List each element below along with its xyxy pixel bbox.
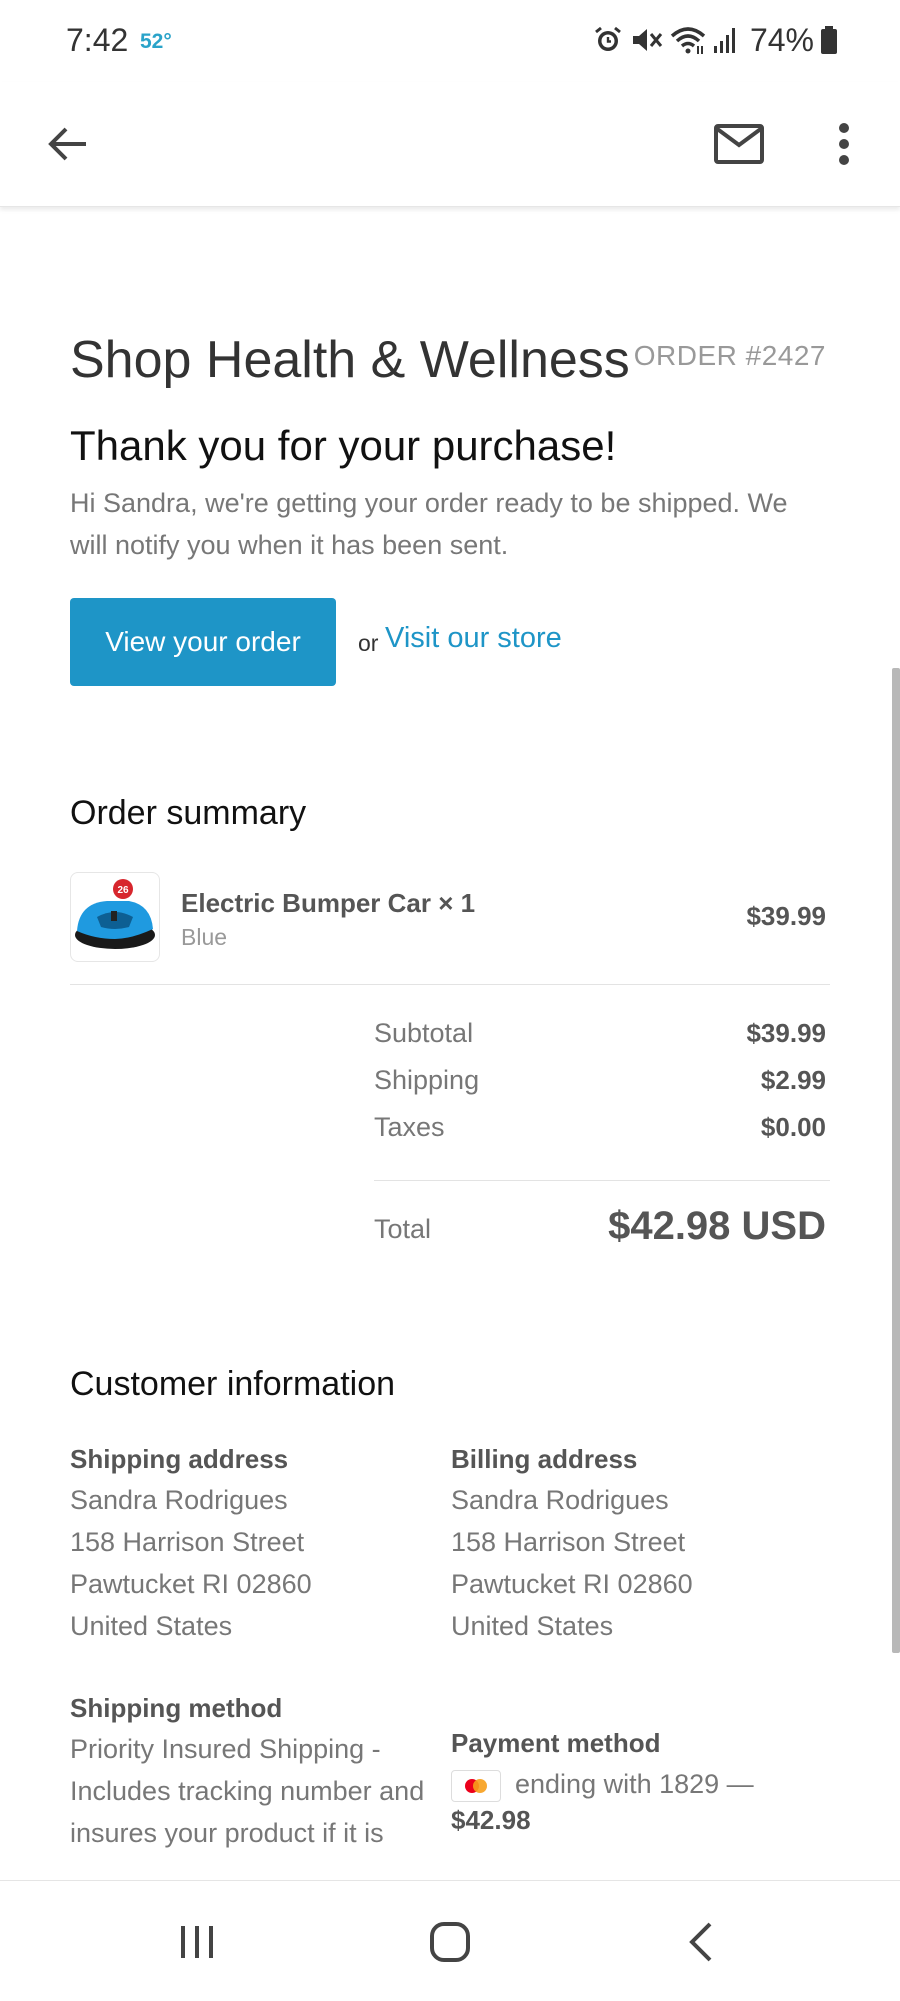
payment-method-heading: Payment method bbox=[451, 1728, 661, 1758]
status-time: 7:42 bbox=[66, 22, 129, 58]
status-bar: 7:42 52° 74% bbox=[0, 0, 900, 82]
shipping-address-heading: Shipping address bbox=[70, 1444, 289, 1474]
status-icons: 74% bbox=[592, 18, 838, 62]
home-button[interactable] bbox=[412, 1905, 488, 1979]
thumb-badge: 26 bbox=[117, 885, 129, 896]
shipping-address-line: Sandra Rodrigues bbox=[70, 1485, 288, 1515]
bumper-car-image: 26 bbox=[75, 879, 155, 949]
shipping-value: $2.99 bbox=[760, 1065, 826, 1095]
product-thumbnail[interactable]: 26 bbox=[70, 872, 160, 962]
subtotal-label: Subtotal bbox=[374, 1018, 474, 1048]
mastercard-icon bbox=[451, 1769, 501, 1802]
battery-percent: 74% bbox=[749, 21, 814, 58]
thanks-heading: Thank you for your purchase! bbox=[70, 422, 617, 469]
shipping-address: Shipping address Sandra Rodrigues 158 Ha… bbox=[70, 1444, 430, 1647]
or-text: or bbox=[358, 630, 379, 656]
item-price: $39.99 bbox=[746, 901, 826, 931]
taxes-value: $0.00 bbox=[760, 1112, 826, 1142]
shipping-label: Shipping bbox=[374, 1065, 480, 1095]
mail-button[interactable] bbox=[706, 112, 772, 176]
shipping-method-line: Priority Insured Shipping - bbox=[70, 1734, 381, 1764]
battery-icon bbox=[821, 26, 837, 54]
shipping-method: Shipping method Priority Insured Shippin… bbox=[70, 1693, 448, 1854]
payment-amount: $42.98 bbox=[451, 1805, 531, 1835]
mail-icon bbox=[714, 124, 764, 164]
navigation-bar bbox=[0, 1880, 900, 2001]
shipping-address-line: Pawtucket RI 02860 bbox=[70, 1569, 312, 1599]
shipping-address-line: 158 Harrison Street bbox=[70, 1527, 305, 1557]
back-arrow-icon bbox=[48, 127, 86, 161]
card-ending-text: ending with 1829 — bbox=[515, 1769, 754, 1799]
item-variant: Blue bbox=[181, 924, 228, 950]
taxes-label: Taxes bbox=[374, 1112, 445, 1142]
alarm-icon bbox=[595, 26, 621, 51]
order-summary-title: Order summary bbox=[70, 794, 307, 832]
total-label: Total bbox=[374, 1214, 432, 1244]
system-back-button[interactable] bbox=[664, 1905, 738, 1979]
recent-apps-icon bbox=[181, 1926, 213, 1958]
shipping-address-line: United States bbox=[70, 1611, 233, 1641]
billing-address-line: Sandra Rodrigues bbox=[451, 1485, 669, 1515]
more-vertical-icon bbox=[839, 123, 849, 165]
shipping-method-line: Includes tracking number and bbox=[70, 1776, 425, 1806]
back-button[interactable] bbox=[36, 112, 100, 176]
order-number: ORDER #2427 bbox=[633, 340, 826, 371]
app-bar bbox=[0, 82, 900, 207]
view-order-button[interactable]: View your order bbox=[70, 598, 336, 686]
item-divider bbox=[70, 984, 830, 985]
shipping-method-heading: Shipping method bbox=[70, 1693, 283, 1723]
shop-title: Shop Health & Wellness bbox=[70, 331, 630, 389]
customer-info-title: Customer information bbox=[70, 1365, 396, 1403]
email-body: Shop Health & Wellness ORDER #2427 Thank… bbox=[0, 208, 900, 1880]
back-icon bbox=[689, 1922, 712, 1962]
more-options-button[interactable] bbox=[822, 112, 866, 176]
visit-store-link[interactable]: Visit our store bbox=[385, 622, 562, 655]
billing-address-heading: Billing address bbox=[451, 1444, 638, 1474]
signal-icon bbox=[713, 28, 735, 53]
payment-card-line: ending with 1829 — bbox=[451, 1763, 831, 1805]
subtotal-value: $39.99 bbox=[746, 1018, 826, 1048]
recent-apps-button[interactable] bbox=[160, 1905, 234, 1979]
total-divider bbox=[374, 1180, 830, 1181]
status-temperature: 52° bbox=[140, 30, 172, 53]
shipping-method-line: insures your product if it is bbox=[70, 1818, 384, 1848]
home-icon bbox=[430, 1922, 470, 1962]
payment-method: Payment method ending with 1829 — $42.98 bbox=[451, 1728, 831, 1836]
billing-address-line: United States bbox=[451, 1611, 614, 1641]
scrollbar[interactable] bbox=[892, 668, 900, 1653]
billing-address-line: 158 Harrison Street bbox=[451, 1527, 686, 1557]
intro-text: Hi Sandra, we're getting your order read… bbox=[70, 488, 788, 560]
billing-address: Billing address Sandra Rodrigues 158 Har… bbox=[451, 1444, 811, 1647]
billing-address-line: Pawtucket RI 02860 bbox=[451, 1569, 693, 1599]
item-name: Electric Bumper Car × 1 bbox=[181, 888, 476, 918]
wifi-icon bbox=[670, 27, 706, 54]
total-value: $42.98 USD bbox=[608, 1204, 826, 1248]
mute-icon bbox=[632, 29, 663, 51]
